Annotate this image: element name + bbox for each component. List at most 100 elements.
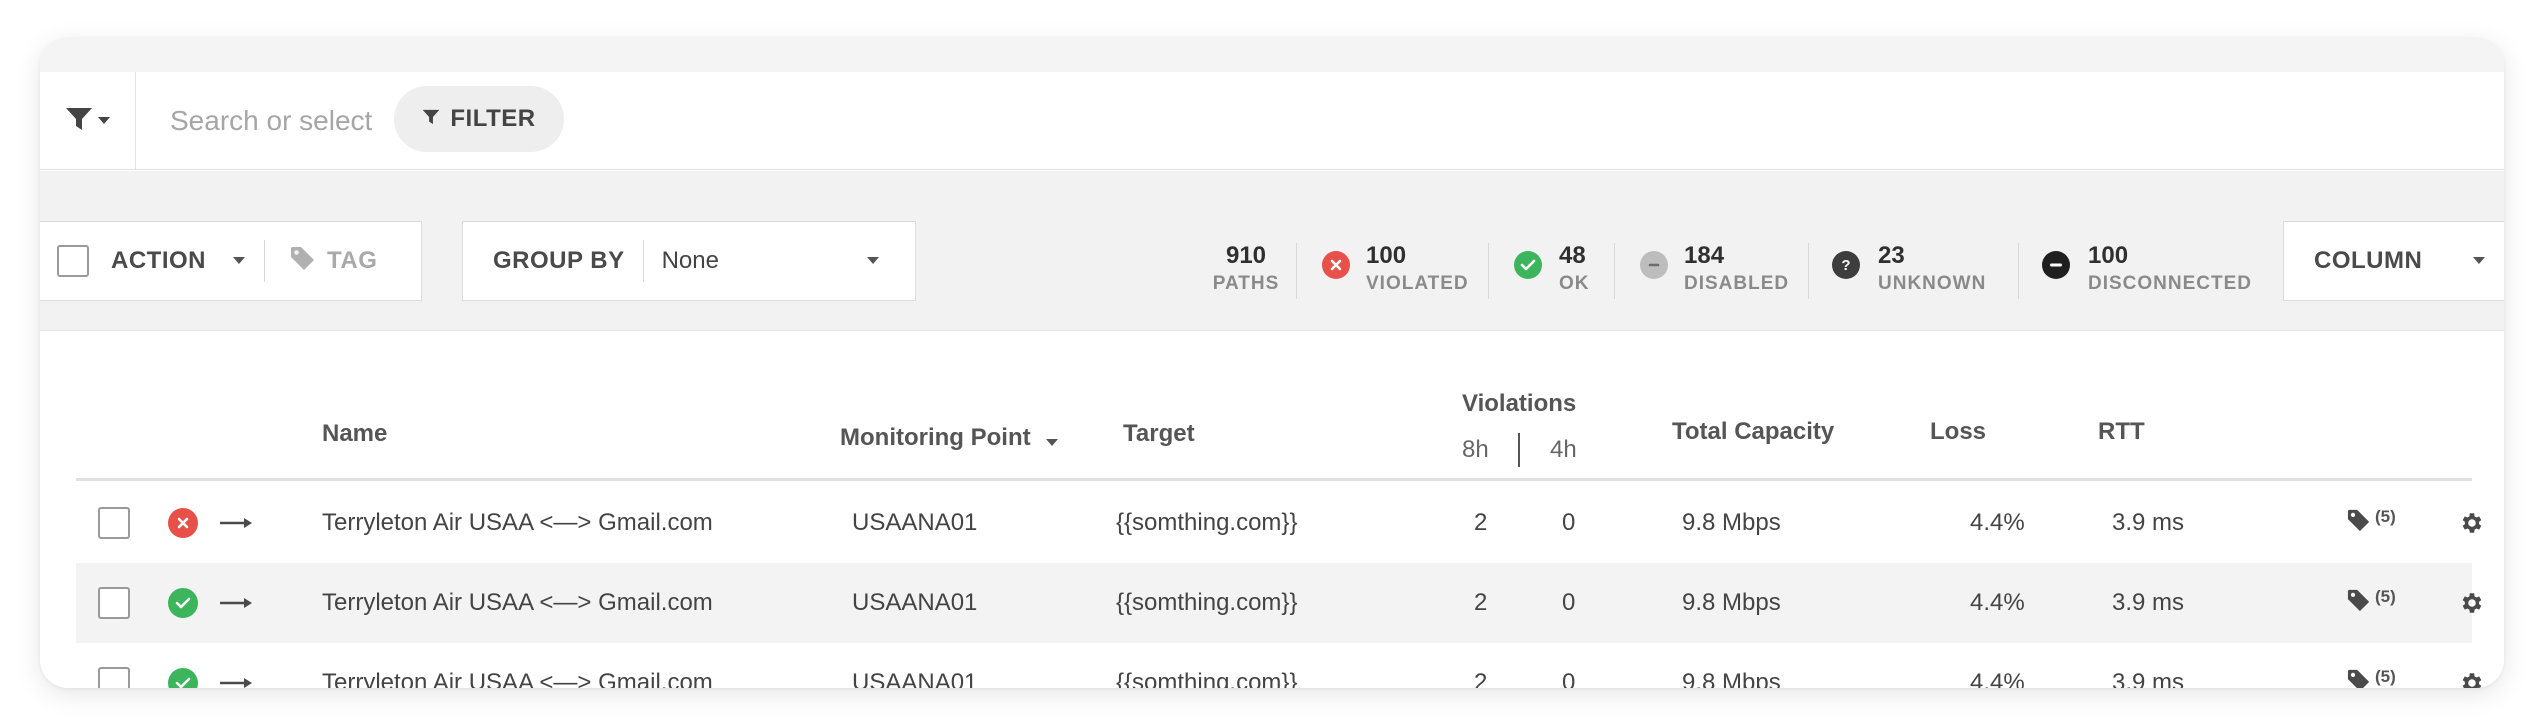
disabled-icon	[1640, 251, 1668, 279]
table-row[interactable]: Terryleton Air USAA <—> Gmail.com USAANA…	[76, 643, 2482, 688]
sort-down-icon	[1045, 426, 1059, 454]
column-header-violations-4h[interactable]: 4h	[1550, 436, 1577, 464]
arrow-right-icon	[218, 643, 254, 688]
column-header-violations[interactable]: Violations	[1462, 390, 1576, 418]
row-checkbox[interactable]	[98, 667, 130, 688]
stat-ok-count: 48	[1559, 242, 1586, 269]
row-violations-4h: 0	[1562, 669, 1576, 688]
toolbar: ACTION TAG GROUP BY None 910 PATHS 100 V…	[40, 171, 2504, 331]
tag-icon	[2346, 588, 2372, 619]
caret-down-icon[interactable]	[232, 252, 246, 270]
stat-unknown[interactable]: 23 UNKNOWN	[1878, 243, 1986, 303]
tag-icon	[2346, 508, 2372, 539]
caret-down-icon	[97, 112, 111, 130]
row-status-cell	[168, 563, 198, 643]
filter-menu-button[interactable]	[40, 72, 136, 170]
table-row[interactable]: Terryleton Air USAA <—> Gmail.com USAANA…	[76, 563, 2482, 643]
row-tags-count: (5)	[2375, 667, 2396, 686]
gear-icon[interactable]	[2458, 643, 2484, 688]
row-tags[interactable]: (5)	[2346, 483, 2396, 563]
column-header-monitoring-point-label: Monitoring Point	[840, 424, 1031, 451]
row-monitoring-point: USAANA01	[852, 669, 978, 688]
stat-disabled[interactable]: 184 DISABLED	[1684, 243, 1789, 303]
row-name[interactable]: Terryleton Air USAA <—> Gmail.com	[322, 563, 713, 643]
column-header-target[interactable]: Target	[1123, 420, 1195, 448]
row-checkbox-cell	[98, 483, 130, 563]
row-violations-4h: 0	[1562, 589, 1576, 616]
stat-unknown-label: UNKNOWN	[1878, 273, 1987, 294]
stat-disconnected-count: 100	[2088, 242, 2129, 269]
disconnected-icon	[2042, 251, 2070, 279]
divider	[642, 240, 644, 282]
row-checkbox[interactable]	[98, 587, 130, 619]
row-status-cell	[168, 643, 198, 688]
stat-paths-count: 910	[1225, 242, 1267, 269]
row-violations-8h: 2	[1474, 589, 1488, 616]
column-header-loss[interactable]: Loss	[1930, 418, 1986, 446]
violated-icon	[1322, 251, 1350, 279]
row-violations-8h: 2	[1474, 669, 1488, 688]
stat-disabled-count: 184	[1684, 242, 1725, 269]
divider	[2018, 243, 2019, 299]
row-violations-8h: 2	[1474, 509, 1488, 536]
row-name[interactable]: Terryleton Air USAA <—> Gmail.com	[322, 643, 713, 688]
ok-icon	[1514, 251, 1542, 279]
column-select[interactable]: COLUMN	[2283, 221, 2504, 301]
stat-paths-label: PATHS	[1212, 273, 1280, 294]
ok-icon	[168, 588, 198, 618]
column-header-rtt[interactable]: RTT	[2098, 418, 2145, 446]
violated-icon	[168, 508, 198, 538]
row-loss: 4.4%	[1970, 669, 2025, 688]
divider	[1614, 243, 1615, 299]
svg-text:?: ?	[1841, 257, 1850, 273]
column-header-violations-8h[interactable]: 8h	[1462, 436, 1489, 464]
row-rtt: 3.9 ms	[2112, 589, 2185, 616]
row-target: {{somthing.com}}	[1116, 589, 1298, 616]
stat-unknown-count: 23	[1878, 242, 1905, 269]
stat-disconnected[interactable]: 100 DISCONNECTED	[2088, 243, 2252, 303]
arrow-right-icon	[218, 483, 254, 563]
row-total-capacity: 9.8 Mbps	[1682, 509, 1781, 536]
row-loss: 4.4%	[1970, 509, 2025, 536]
row-tags[interactable]: (5)	[2346, 643, 2396, 688]
group-by-select[interactable]: GROUP BY None	[462, 221, 916, 301]
row-violations-4h: 0	[1562, 509, 1576, 536]
row-monitoring-point: USAANA01	[852, 589, 978, 616]
stat-paths: 910 PATHS	[1208, 243, 1284, 303]
search-input[interactable]	[170, 98, 400, 144]
divider	[1808, 243, 1809, 299]
select-all-checkbox[interactable]	[57, 245, 89, 277]
tag-button[interactable]: TAG	[289, 245, 377, 278]
row-monitoring-point: USAANA01	[852, 509, 978, 536]
group-by-label: GROUP BY	[493, 247, 625, 274]
row-target: {{somthing.com}}	[1116, 669, 1298, 688]
row-tags[interactable]: (5)	[2346, 563, 2396, 643]
row-checkbox[interactable]	[98, 507, 130, 539]
stat-violated-label: VIOLATED	[1366, 273, 1469, 294]
row-rtt: 3.9 ms	[2112, 669, 2185, 688]
action-group: ACTION TAG	[40, 221, 422, 301]
row-name[interactable]: Terryleton Air USAA <—> Gmail.com	[322, 483, 713, 563]
row-checkbox-cell	[98, 563, 130, 643]
gear-icon[interactable]	[2458, 483, 2484, 563]
divider	[1518, 433, 1520, 467]
row-loss: 4.4%	[1970, 589, 2025, 616]
filter-button[interactable]: FILTER	[394, 86, 564, 152]
stat-violated[interactable]: 100 VIOLATED	[1366, 243, 1469, 303]
divider	[1488, 243, 1489, 299]
divider	[1296, 243, 1297, 299]
column-header-monitoring-point[interactable]: Monitoring Point	[840, 422, 1059, 454]
column-header-total-capacity[interactable]: Total Capacity	[1672, 418, 1834, 446]
search-bar: FILTER	[40, 72, 2504, 170]
panel-top-strip	[40, 38, 2504, 72]
row-tags-count: (5)	[2375, 507, 2396, 526]
filter-button-label: FILTER	[450, 105, 536, 132]
tag-button-label: TAG	[327, 247, 378, 274]
tag-icon	[289, 245, 317, 278]
divider	[264, 240, 265, 282]
action-dropdown[interactable]: ACTION	[111, 247, 206, 275]
stat-ok[interactable]: 48 OK	[1559, 243, 1590, 303]
column-header-name[interactable]: Name	[322, 420, 387, 448]
gear-icon[interactable]	[2458, 563, 2484, 643]
table-row[interactable]: Terryleton Air USAA <—> Gmail.com USAANA…	[76, 483, 2482, 563]
